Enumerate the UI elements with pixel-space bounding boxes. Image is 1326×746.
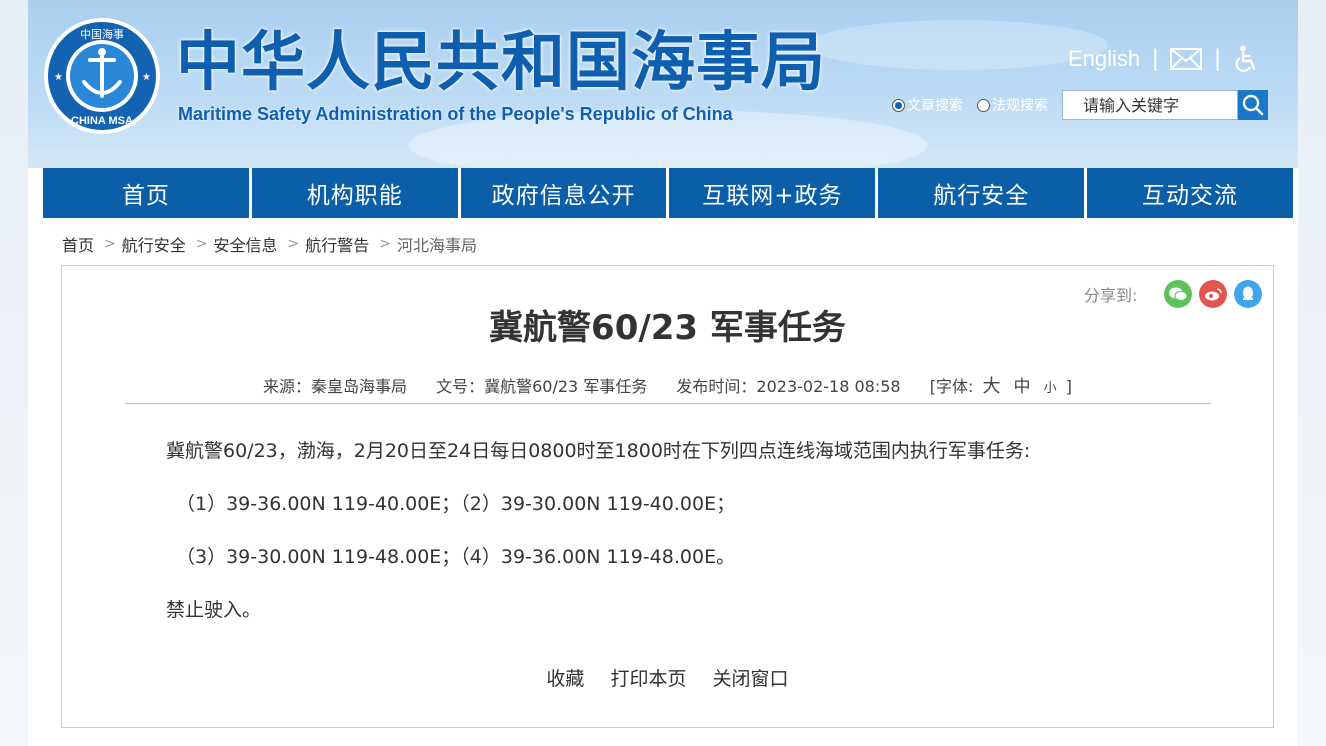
search-bar: 文章搜索 法规搜索	[892, 90, 1268, 120]
radio-article-search[interactable]: 文章搜索	[892, 95, 963, 115]
search-input[interactable]	[1062, 90, 1238, 120]
meta-divider	[125, 403, 1211, 404]
logo-top-text: 中国海事	[80, 27, 124, 41]
breadcrumb-separator: >	[379, 236, 391, 252]
article-panel: 分享到: 冀航警60/23 军事任务 来源：秦皇岛海事局 文号：冀航警60/23…	[61, 265, 1274, 728]
article-paragraph: 禁止驶入。	[166, 599, 262, 621]
article-paragraph: （1）39-36.00N 119-40.00E；（2）39-30.00N 119…	[176, 493, 736, 515]
header-cloud	[808, 20, 1108, 70]
breadcrumb: 首页 > 航行安全 > 安全信息 > 航行警告 > 河北海事局	[62, 232, 477, 256]
article-meta: 来源：秦皇岛海事局 文号：冀航警60/23 军事任务 发布时间：2023-02-…	[62, 372, 1273, 398]
site-title: 中华人民共和国海事局	[176, 26, 826, 100]
separator: |	[1214, 45, 1221, 72]
font-size-small[interactable]: 小	[1044, 381, 1057, 396]
site-subtitle: Maritime Safety Administration of the Pe…	[178, 104, 733, 124]
article-body: 冀航警60/23，渤海，2月20日至24日每日0800时至1800时在下列四点连…	[166, 436, 1226, 648]
logo-bottom-text: CHINA MSA	[71, 115, 133, 127]
article-paragraph: 冀航警60/23，渤海，2月20日至24日每日0800时至1800时在下列四点连…	[166, 440, 1031, 462]
breadcrumb-nav-warning[interactable]: 航行警告	[305, 232, 369, 256]
top-links: English | |	[1068, 44, 1259, 74]
search-button[interactable]	[1238, 90, 1268, 120]
radio-label: 文章搜索	[907, 98, 963, 114]
breadcrumb-separator: >	[287, 236, 300, 252]
radio-dot-selected[interactable]	[892, 98, 905, 112]
nav-navigation-safety[interactable]: 航行安全	[878, 168, 1085, 218]
radio-dot[interactable]	[977, 98, 990, 112]
nav-home[interactable]: 首页	[43, 168, 249, 218]
article-actions: 收藏 打印本页 关闭窗口	[62, 664, 1273, 691]
nav-functions[interactable]: 机构职能	[251, 168, 458, 218]
radio-law-search[interactable]: 法规搜索	[977, 95, 1048, 115]
mail-icon[interactable]	[1170, 48, 1203, 70]
nav-internet-gov[interactable]: 互联网+政务	[669, 168, 876, 218]
font-size-medium[interactable]: 中	[1014, 377, 1031, 397]
accessibility-icon[interactable]	[1233, 45, 1259, 73]
print-link[interactable]: 打印本页	[610, 668, 686, 690]
close-window-link[interactable]: 关闭窗口	[713, 668, 789, 690]
font-size-label: [字体:	[929, 377, 974, 396]
breadcrumb-separator: >	[195, 236, 208, 252]
radio-label: 法规搜索	[992, 98, 1048, 114]
english-link[interactable]: English	[1068, 46, 1140, 72]
meta-doc-number: 文号：冀航警60/23 军事任务	[436, 377, 648, 396]
meta-published: 发布时间：2023-02-18 08:58	[676, 377, 901, 396]
nav-interaction[interactable]: 互动交流	[1087, 168, 1293, 218]
logo-star-right: ★	[142, 72, 151, 83]
article-title: 冀航警60/23 军事任务	[489, 308, 846, 348]
breadcrumb-separator: >	[104, 236, 116, 252]
search-icon	[1242, 94, 1264, 116]
breadcrumb-current[interactable]: 河北海事局	[397, 232, 477, 256]
nav-gov-info[interactable]: 政府信息公开	[460, 168, 667, 218]
favorite-link[interactable]: 收藏	[546, 668, 584, 690]
msa-logo[interactable]: 中国海事 CHINA MSA ★ ★	[42, 16, 162, 136]
separator: |	[1152, 45, 1159, 72]
font-size-close: ]	[1065, 377, 1072, 396]
main-nav: 首页 机构职能 政府信息公开 互联网+政务 航行安全 互动交流	[43, 168, 1293, 218]
breadcrumb-home[interactable]: 首页	[62, 232, 94, 256]
logo-star-left: ★	[54, 72, 63, 83]
site-header: 中国海事 CHINA MSA ★ ★ 中华人民共和国海事局 Maritime S…	[28, 0, 1298, 168]
meta-source: 来源：秦皇岛海事局	[263, 377, 408, 396]
font-size-large[interactable]: 大	[982, 376, 1000, 397]
article-paragraph: （3）39-30.00N 119-48.00E；（4）39-36.00N 119…	[176, 546, 736, 568]
breadcrumb-navigation-safety[interactable]: 航行安全	[122, 232, 186, 256]
breadcrumb-safety-info[interactable]: 安全信息	[214, 232, 278, 256]
